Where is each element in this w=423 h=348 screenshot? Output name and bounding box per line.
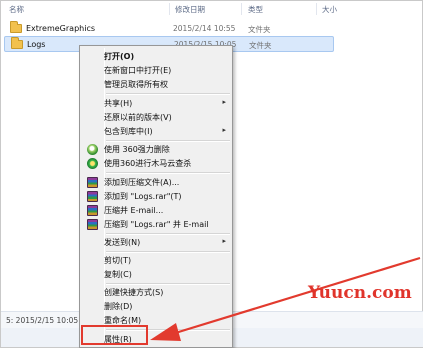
watermark: Yuucn.com [308,283,412,303]
arrow-head [150,323,181,341]
